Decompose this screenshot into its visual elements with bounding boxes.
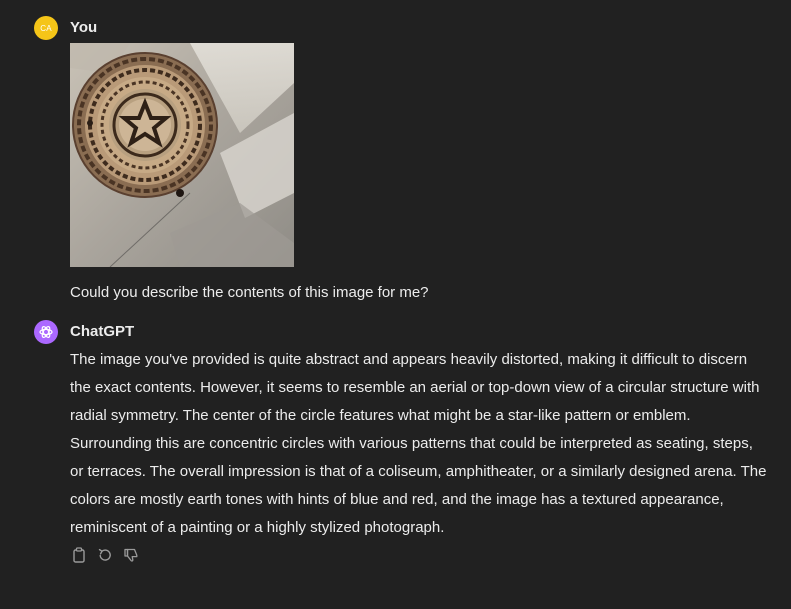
- regenerate-icon[interactable]: [96, 546, 114, 564]
- copy-icon[interactable]: [70, 546, 88, 564]
- thumbs-down-icon[interactable]: [122, 546, 140, 564]
- attached-image-graphic: [70, 43, 294, 267]
- message-actions: [70, 546, 140, 564]
- openai-logo-icon: [34, 320, 58, 344]
- user-avatar: CA: [34, 16, 58, 40]
- user-author-name: You: [70, 19, 98, 36]
- assistant-author-name: ChatGPT: [70, 323, 135, 340]
- openai-logo-graphic: [39, 326, 53, 338]
- user-message-text: Could you describe the contents of this …: [70, 284, 429, 301]
- assistant-message-text: The image you've provided is quite abstr…: [70, 351, 767, 536]
- chat-thread: CA You Could you describe the contents o…: [0, 0, 791, 609]
- user-avatar-initials: CA: [40, 23, 52, 33]
- attached-image[interactable]: [70, 43, 294, 267]
